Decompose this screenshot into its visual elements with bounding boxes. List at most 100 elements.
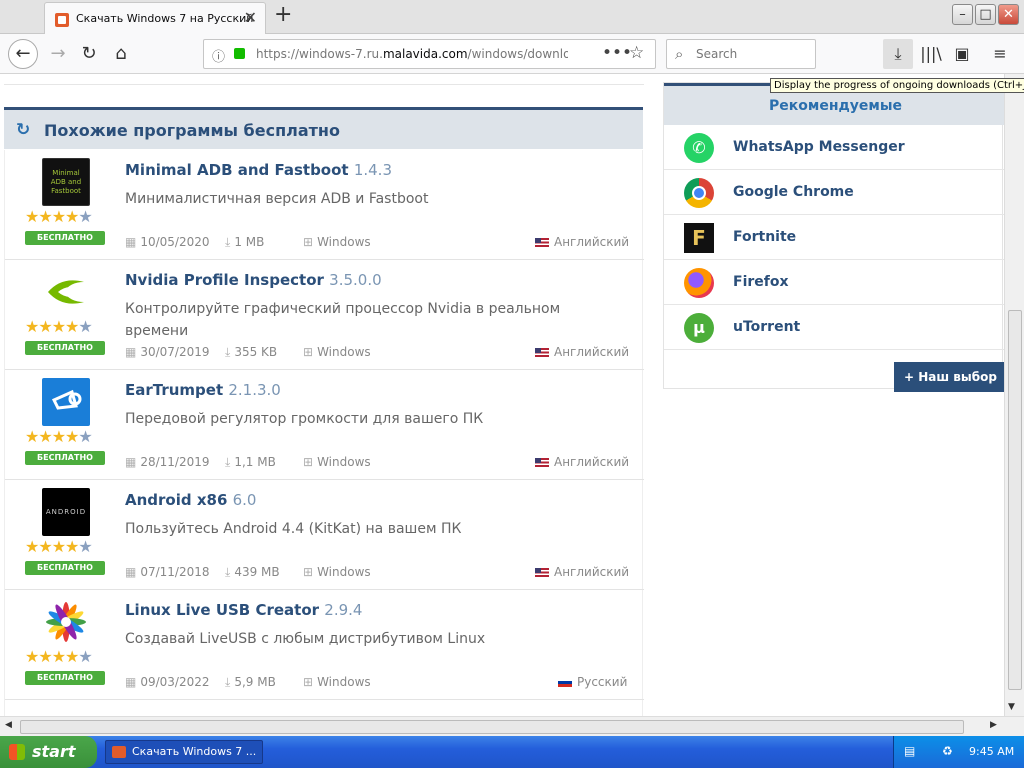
eartrumpet-icon[interactable] bbox=[42, 378, 90, 426]
close-window-button[interactable]: ✕ bbox=[998, 4, 1019, 25]
rating-stars: ★★★★★ bbox=[25, 647, 93, 666]
page-content: ↻ Похожие программы бесплатно Minimal ADB… bbox=[0, 74, 1004, 716]
sidebar-icon[interactable]: ▣ bbox=[947, 39, 977, 69]
system-tray: ▤ ♻ 9:45 AM bbox=[893, 736, 1024, 768]
date: 28/11/2019 bbox=[140, 455, 210, 469]
home-icon[interactable]: ⌂ bbox=[106, 39, 136, 69]
program-name-link[interactable]: Minimal ADB and Fastboot 1.4.3 bbox=[125, 161, 392, 179]
new-tab-button[interactable]: + bbox=[274, 2, 292, 27]
url-path: /windows/downlo bbox=[467, 47, 568, 61]
size-meta: ⤓ 1,1 MB bbox=[225, 455, 276, 470]
windows-icon: ⊞ bbox=[303, 565, 314, 579]
android-x86-icon[interactable]: ANDROID bbox=[42, 488, 90, 536]
date: 10/05/2020 bbox=[140, 235, 210, 249]
language: Английский bbox=[554, 565, 630, 579]
library-icon[interactable]: |||\ bbox=[916, 39, 946, 69]
nvidia-icon[interactable] bbox=[42, 268, 90, 316]
program-name-link[interactable]: Linux Live USB Creator 2.9.4 bbox=[125, 601, 362, 619]
language-meta: Английский bbox=[535, 345, 629, 359]
url-text[interactable]: https://windows-7.ru.malavida.com/window… bbox=[256, 47, 568, 61]
browser-window-icon bbox=[112, 746, 126, 758]
calendar-icon: ▦ bbox=[125, 235, 137, 249]
forward-button[interactable]: → bbox=[43, 39, 73, 69]
list-item[interactable]: ANDROID ★★★★★ БЕСПЛАТНО Android x86 6.0 … bbox=[5, 480, 644, 590]
date-meta: ▦ 30/07/2019 bbox=[125, 345, 210, 359]
recommended-title: Рекомендуемые bbox=[769, 98, 903, 114]
recommended-panel: Рекомендуемые ✆ WhatsApp Messenger Googl… bbox=[663, 82, 1004, 392]
keyboard-icon[interactable]: ▤ bbox=[904, 744, 920, 760]
maximize-button[interactable]: □ bbox=[975, 4, 996, 25]
rating-stars: ★★★★★ bbox=[25, 427, 93, 446]
date: 09/03/2022 bbox=[140, 675, 210, 689]
scroll-down-icon[interactable]: ▼ bbox=[1008, 702, 1015, 712]
language: Английский bbox=[554, 235, 630, 249]
program-version: 2.1.3.0 bbox=[228, 381, 281, 399]
calendar-icon: ▦ bbox=[125, 565, 137, 579]
lock-icon[interactable] bbox=[234, 48, 245, 59]
recommended-item-label: Google Chrome bbox=[733, 184, 854, 200]
list-item[interactable]: Minimal ADB and Fastboot ★★★★★ БЕСПЛАТНО M… bbox=[5, 150, 644, 260]
calendar-icon: ▦ bbox=[125, 345, 137, 359]
reload-button[interactable]: ↻ bbox=[74, 39, 104, 69]
horizontal-scroll-thumb[interactable] bbox=[20, 720, 964, 734]
our-pick-button[interactable]: + Наш выбор bbox=[894, 362, 1004, 392]
close-tab-icon[interactable]: ✕ bbox=[244, 8, 257, 27]
program-name-link[interactable]: Nvidia Profile Inspector 3.5.0.0 bbox=[125, 271, 382, 289]
download-size-icon: ⤓ bbox=[225, 235, 231, 249]
start-button[interactable]: start bbox=[0, 736, 97, 768]
minimize-button[interactable]: – bbox=[952, 4, 973, 25]
start-label: start bbox=[32, 742, 76, 761]
recommended-item-chrome[interactable]: Google Chrome bbox=[664, 170, 1004, 215]
list-item[interactable]: ★★★★★ БЕСПЛАТНО Nvidia Profile Inspector… bbox=[5, 260, 644, 370]
language-meta: Английский bbox=[535, 235, 629, 249]
ru-flag-icon bbox=[558, 678, 572, 687]
program-name-link[interactable]: Android x86 6.0 bbox=[125, 491, 256, 509]
page-actions-icon[interactable]: ••• bbox=[602, 43, 632, 63]
tab-title: Скачать Windows 7 на Русский bbox=[76, 12, 254, 25]
search-input[interactable]: ⌕ Search bbox=[666, 39, 816, 69]
program-name: Android x86 bbox=[125, 491, 228, 509]
recommended-item-firefox[interactable]: Firefox bbox=[664, 260, 1004, 305]
refresh-icon: ↻ bbox=[16, 120, 31, 140]
back-button[interactable]: ← bbox=[8, 39, 38, 69]
list-item[interactable]: ★★★★★ БЕСПЛАТНО Linux Live USB Creator 2… bbox=[5, 590, 644, 700]
info-icon[interactable]: ⓘ bbox=[212, 46, 225, 65]
windows-icon: ⊞ bbox=[303, 235, 314, 249]
whatsapp-icon: ✆ bbox=[684, 133, 714, 163]
scroll-right-icon[interactable]: ▶ bbox=[990, 720, 997, 730]
calendar-icon: ▦ bbox=[125, 455, 137, 469]
list-item[interactable]: ★★★★★ БЕСПЛАТНО EarTrumpet 2.1.3.0 Перед… bbox=[5, 370, 644, 480]
recommended-item-fortnite[interactable]: F Fortnite bbox=[664, 215, 1004, 260]
network-icon[interactable]: ♻ bbox=[942, 744, 958, 760]
free-badge: БЕСПЛАТНО bbox=[25, 231, 105, 245]
linux-live-usb-icon[interactable] bbox=[42, 598, 90, 646]
program-name: Nvidia Profile Inspector bbox=[125, 271, 324, 289]
menu-icon[interactable]: ≡ bbox=[985, 39, 1015, 69]
program-description: Создавай LiveUSB с любым дистрибутивом L… bbox=[125, 631, 486, 647]
recommended-item-utorrent[interactable]: µ uTorrent bbox=[664, 305, 1004, 350]
horizontal-scrollbar[interactable]: ◀ ▶ bbox=[0, 716, 1024, 736]
program-name: Minimal ADB and Fastboot bbox=[125, 161, 349, 179]
search-icon: ⌕ bbox=[675, 45, 684, 63]
clock[interactable]: 9:45 AM bbox=[969, 745, 1014, 758]
address-bar[interactable]: ⓘ https://windows-7.ru.malavida.com/wind… bbox=[203, 39, 656, 69]
bookmark-star-icon[interactable]: ☆ bbox=[629, 43, 644, 63]
taskbar-window-button[interactable]: Скачать Windows 7 ... bbox=[105, 740, 263, 764]
download-size-icon: ⤓ bbox=[225, 345, 231, 359]
scroll-left-icon[interactable]: ◀ bbox=[5, 720, 12, 730]
rating-stars: ★★★★★ bbox=[25, 207, 93, 226]
size-meta: ⤓ 1 MB bbox=[225, 235, 264, 250]
program-name-link[interactable]: EarTrumpet 2.1.3.0 bbox=[125, 381, 281, 399]
os-meta: ⊞ Windows bbox=[303, 455, 371, 469]
vertical-scrollbar[interactable]: ▲ ▼ bbox=[1004, 74, 1024, 716]
os-meta: ⊞ Windows bbox=[303, 235, 371, 249]
program-description: Контролируйте графический процессор Nvid… bbox=[125, 301, 561, 339]
recommended-item-label: Firefox bbox=[733, 274, 789, 290]
fortnite-icon: F bbox=[684, 223, 714, 253]
language-meta: Английский bbox=[535, 455, 629, 469]
downloads-button[interactable]: ⤓ bbox=[883, 39, 913, 69]
recommended-item-whatsapp[interactable]: ✆ WhatsApp Messenger bbox=[664, 125, 1004, 170]
minimal-adb-icon[interactable]: Minimal ADB and Fastboot bbox=[42, 158, 90, 206]
browser-tab[interactable]: Скачать Windows 7 на Русский ✕ bbox=[44, 2, 266, 34]
vertical-scroll-thumb[interactable] bbox=[1008, 310, 1022, 690]
